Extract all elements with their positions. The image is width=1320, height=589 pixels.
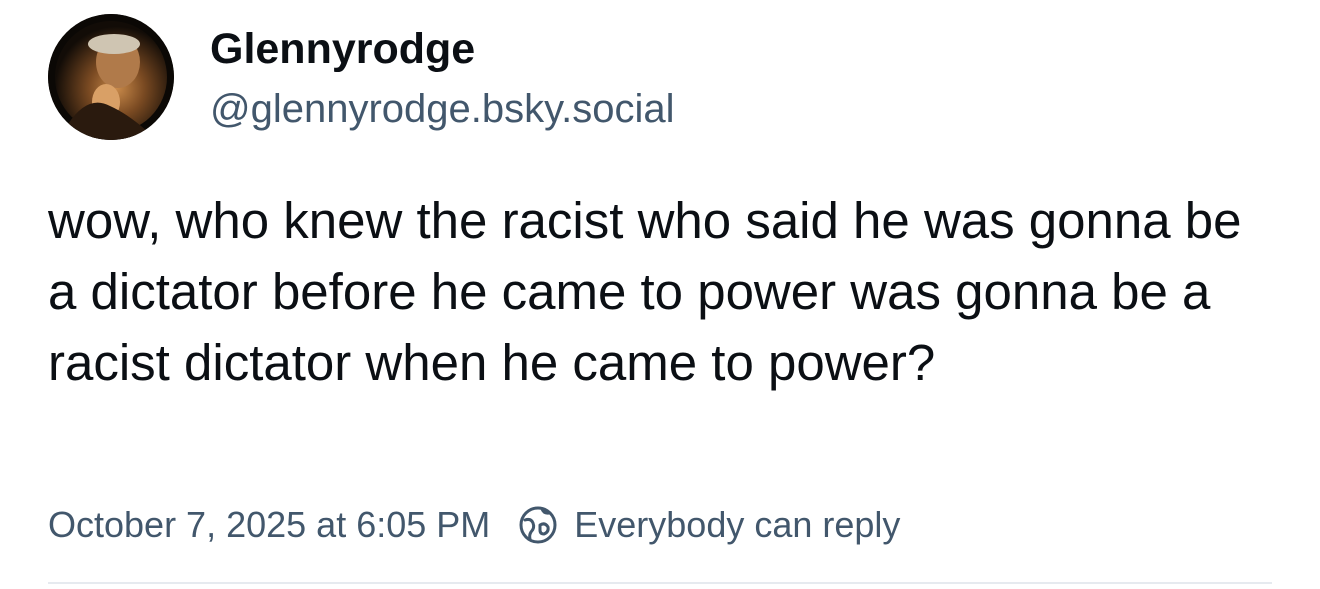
post-meta: October 7, 2025 at 6:05 PM Everybody can… xyxy=(48,500,900,550)
author-handle[interactable]: @glennyrodge.bsky.social xyxy=(210,84,675,134)
globe-icon xyxy=(518,505,558,545)
author-avatar[interactable] xyxy=(48,14,174,140)
reply-settings[interactable]: Everybody can reply xyxy=(518,500,900,550)
divider xyxy=(48,582,1272,584)
post-text: wow, who knew the racist who said he was… xyxy=(48,192,1242,391)
post-card: Glennyrodge @glennyrodge.bsky.social wow… xyxy=(0,0,1320,589)
post-timestamp[interactable]: October 7, 2025 at 6:05 PM xyxy=(48,500,490,550)
avatar-photo xyxy=(48,14,174,140)
reply-setting-label: Everybody can reply xyxy=(574,504,901,545)
author-info: Glennyrodge @glennyrodge.bsky.social xyxy=(210,22,675,134)
author-display-name[interactable]: Glennyrodge xyxy=(210,22,675,76)
